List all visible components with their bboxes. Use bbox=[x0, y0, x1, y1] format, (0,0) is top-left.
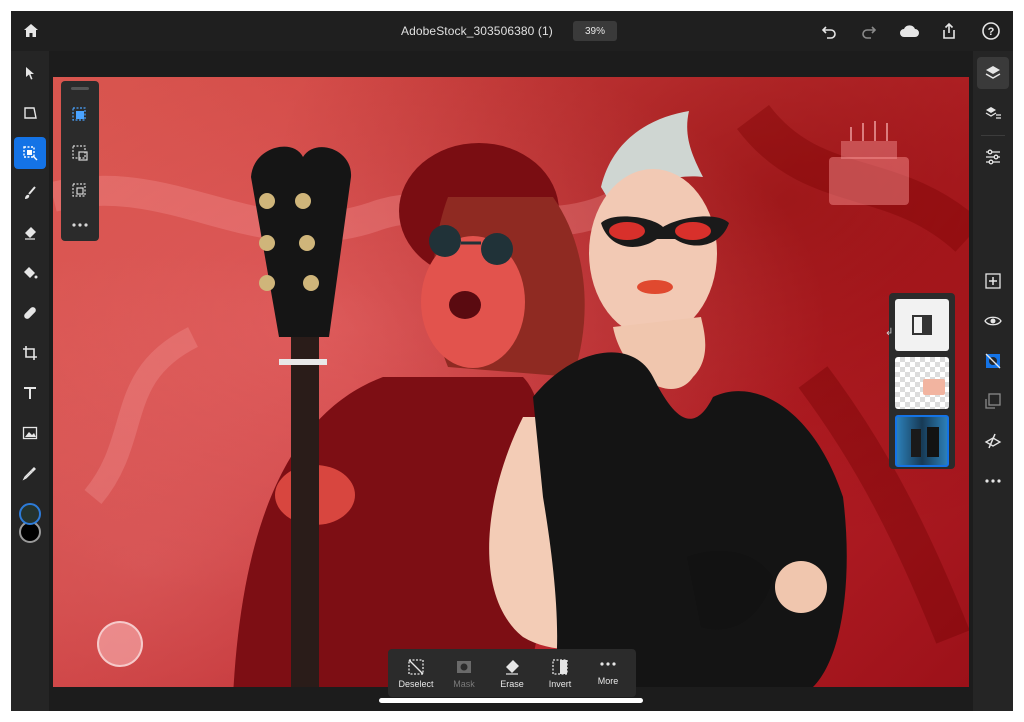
adjustments-icon[interactable] bbox=[977, 141, 1009, 173]
move-tool-icon[interactable] bbox=[14, 57, 46, 89]
crop-tool-icon[interactable] bbox=[14, 337, 46, 369]
eyedropper-icon[interactable] bbox=[14, 457, 46, 489]
birthday-cake-graphic bbox=[829, 121, 909, 205]
document-canvas[interactable] bbox=[53, 77, 969, 687]
mask-action-icon bbox=[457, 660, 471, 673]
more-dots-icon bbox=[600, 661, 616, 666]
mask-button[interactable]: Mask bbox=[440, 649, 488, 697]
layers-icon[interactable] bbox=[977, 57, 1009, 89]
panel-grip[interactable] bbox=[71, 87, 89, 90]
erase-button[interactable]: Erase bbox=[488, 649, 536, 697]
touch-modifier-button[interactable] bbox=[97, 621, 143, 667]
selection-action-bar: Deselect Mask Erase Invert More bbox=[388, 649, 636, 697]
transform-tool-icon[interactable] bbox=[14, 97, 46, 129]
more-options-icon[interactable] bbox=[68, 213, 92, 237]
selection-tool-icon[interactable] bbox=[14, 137, 46, 169]
deselect-button[interactable]: Deselect bbox=[392, 649, 440, 697]
erase-label: Erase bbox=[500, 678, 524, 689]
toolbar-divider bbox=[981, 135, 1005, 136]
svg-text:?: ? bbox=[988, 26, 995, 38]
invert-label: Invert bbox=[548, 678, 572, 689]
more-button[interactable]: More bbox=[584, 649, 632, 697]
mask-icon[interactable] bbox=[977, 345, 1009, 377]
healing-tool-icon[interactable] bbox=[14, 297, 46, 329]
deselect-icon bbox=[408, 658, 424, 675]
visibility-icon[interactable] bbox=[977, 305, 1009, 337]
help-icon[interactable]: ? bbox=[979, 19, 1003, 43]
merge-icon[interactable] bbox=[977, 385, 1009, 417]
redo-icon[interactable] bbox=[857, 19, 881, 43]
invert-icon bbox=[552, 658, 568, 675]
foreground-color-swatch[interactable] bbox=[19, 503, 41, 525]
cloud-icon[interactable] bbox=[897, 19, 921, 43]
cake-layer-thumbnail[interactable] bbox=[895, 357, 949, 409]
top-bar: AdobeStock_303506380 (1) 39% ? bbox=[11, 11, 1013, 51]
select-subject-icon[interactable] bbox=[68, 103, 92, 127]
clipping-icon[interactable] bbox=[977, 425, 1009, 457]
home-indicator[interactable] bbox=[379, 698, 643, 703]
invert-button[interactable]: Invert bbox=[536, 649, 584, 697]
select-similar-icon[interactable] bbox=[68, 179, 92, 203]
document-title[interactable]: AdobeStock_303506380 (1) bbox=[401, 24, 553, 38]
selection-options-panel bbox=[61, 81, 99, 241]
place-image-icon[interactable] bbox=[14, 417, 46, 449]
eraser-tool-icon[interactable] bbox=[14, 217, 46, 249]
clip-indicator-icon: ↲ bbox=[885, 327, 894, 338]
fill-tool-icon[interactable] bbox=[14, 257, 46, 289]
brush-tool-icon[interactable] bbox=[14, 177, 46, 209]
left-toolbar bbox=[11, 51, 49, 711]
more-label: More bbox=[597, 675, 619, 686]
more-icon[interactable] bbox=[977, 465, 1009, 497]
photo-layer-thumbnail[interactable] bbox=[895, 415, 949, 467]
home-icon[interactable] bbox=[19, 19, 43, 43]
zoom-level[interactable]: 39% bbox=[573, 21, 617, 41]
undo-icon[interactable] bbox=[817, 19, 841, 43]
share-icon[interactable] bbox=[937, 19, 961, 43]
erase-icon bbox=[506, 659, 519, 675]
deselect-label: Deselect bbox=[398, 678, 434, 689]
app-window: AdobeStock_303506380 (1) 39% ? ↲ Deselec… bbox=[11, 11, 1013, 711]
layer-properties-icon[interactable] bbox=[977, 97, 1009, 129]
add-layer-icon[interactable] bbox=[977, 265, 1009, 297]
right-toolbar bbox=[973, 51, 1013, 711]
select-area-icon[interactable] bbox=[68, 141, 92, 165]
mask-label: Mask bbox=[453, 678, 475, 689]
composite-image bbox=[53, 104, 969, 687]
layers-panel: ↲ bbox=[885, 293, 955, 469]
adjustment-layer-thumbnail[interactable] bbox=[895, 299, 949, 351]
type-tool-icon[interactable] bbox=[14, 377, 46, 409]
